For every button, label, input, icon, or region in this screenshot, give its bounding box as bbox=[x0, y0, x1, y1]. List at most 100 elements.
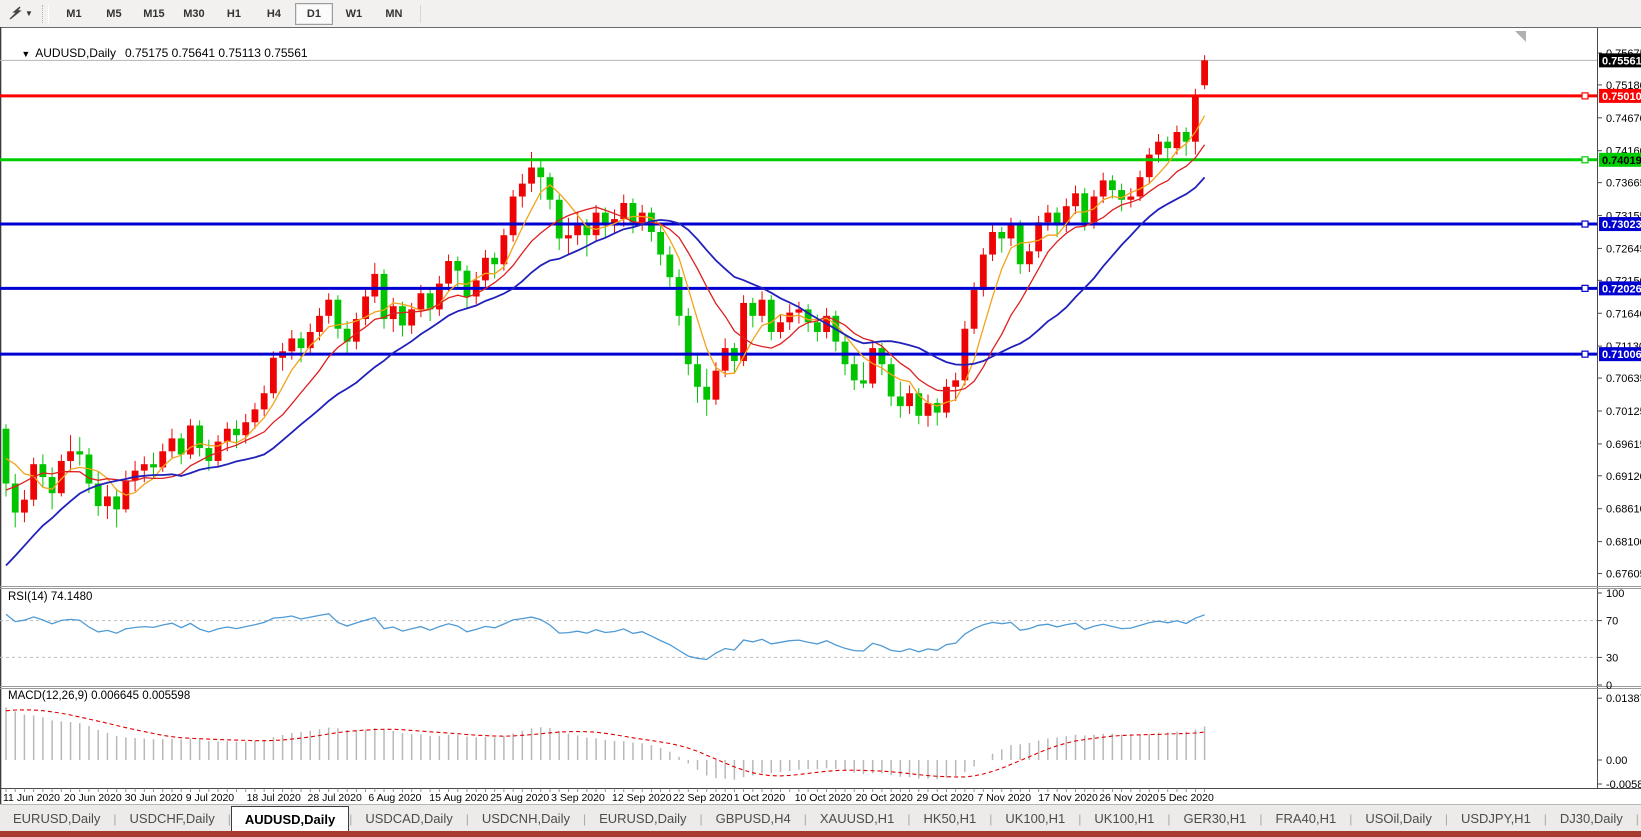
candle-body bbox=[786, 313, 793, 323]
chart-tab-usdcad-daily[interactable]: USDCAD,Daily bbox=[352, 806, 465, 831]
chart-tab-uk100-h1[interactable]: UK100,H1 bbox=[1081, 806, 1167, 831]
price-tick-label: 0.69615 bbox=[1606, 439, 1641, 451]
chart-ohlc-values: 0.75175 0.75641 0.75113 0.75561 bbox=[125, 46, 308, 60]
candle-body bbox=[722, 348, 729, 371]
candle-body bbox=[630, 203, 637, 222]
candle-body bbox=[39, 464, 46, 477]
candle-body bbox=[49, 477, 56, 493]
chart-canvas: 0.756750.751800.746700.741600.736650.731… bbox=[0, 0, 1641, 837]
candle-body bbox=[288, 338, 295, 351]
macd-tick-label: -0.005891 bbox=[1606, 779, 1641, 791]
chart-tab-bar: EURUSD,Daily|USDCHF,Daily|AUDUSD,Daily|U… bbox=[0, 804, 1641, 832]
chart-tab-gbpusd-h4[interactable]: GBPUSD,H4 bbox=[703, 806, 804, 831]
price-label-text: 0.75561 bbox=[1602, 55, 1641, 67]
rsi-tick-label: 0 bbox=[1606, 680, 1612, 692]
chart-tab-fra40-h1[interactable]: FRA40,H1 bbox=[1263, 806, 1350, 831]
date-label: 20 Oct 2020 bbox=[856, 792, 913, 804]
chart-tab-usdjpy-h1[interactable]: USDJPY,H1 bbox=[1448, 806, 1544, 831]
candle-body bbox=[67, 451, 74, 461]
hline-handle[interactable] bbox=[1582, 285, 1588, 291]
macd-tick-label: 0.00 bbox=[1606, 755, 1627, 767]
candle-body bbox=[454, 261, 461, 271]
price-tick-label: 0.68610 bbox=[1606, 504, 1641, 516]
candle-body bbox=[1164, 142, 1171, 148]
candle-body bbox=[132, 471, 139, 481]
rsi-indicator-label: RSI(14) 74.1480 bbox=[8, 591, 92, 603]
candle-body bbox=[1127, 197, 1134, 200]
candle-body bbox=[381, 274, 388, 319]
date-label: 1 Oct 2020 bbox=[734, 792, 786, 804]
candle-body bbox=[537, 167, 544, 177]
candle-body bbox=[491, 258, 498, 264]
chart-tab-xauusd-h1[interactable]: XAUUSD,H1 bbox=[807, 806, 907, 831]
candle-body bbox=[1109, 180, 1116, 190]
chart-tab-eurusd-daily[interactable]: EURUSD,Daily bbox=[0, 806, 113, 831]
chart-tab-ger30-h1[interactable]: GER30,H1 bbox=[1171, 806, 1260, 831]
candle-body bbox=[316, 316, 323, 332]
price-label-text: 0.74019 bbox=[1602, 155, 1641, 167]
candle-body bbox=[547, 177, 554, 200]
candle-body bbox=[574, 226, 581, 236]
chart-tab-uk100-h1[interactable]: UK100,H1 bbox=[992, 806, 1078, 831]
candle-body bbox=[1008, 226, 1015, 239]
candle-body bbox=[1155, 142, 1162, 155]
candle-body bbox=[445, 261, 452, 284]
candle-body bbox=[242, 422, 249, 435]
candle-body bbox=[666, 255, 673, 278]
date-axis: 11 Jun 202020 Jun 202030 Jun 20209 Jul 2… bbox=[3, 789, 1214, 805]
hline-handle[interactable] bbox=[1582, 157, 1588, 163]
price-tick-label: 0.73665 bbox=[1606, 178, 1641, 190]
candle-body bbox=[178, 438, 185, 454]
candle-body bbox=[879, 348, 886, 364]
chart-tab-audusd-daily[interactable]: AUDUSD,Daily bbox=[231, 806, 349, 833]
candle-body bbox=[713, 371, 720, 400]
date-label: 12 Sep 2020 bbox=[612, 792, 672, 804]
candle-body bbox=[1035, 222, 1042, 251]
rsi-tick-label: 70 bbox=[1606, 616, 1618, 628]
candle-body bbox=[233, 429, 240, 435]
chart-tab-dj30-daily[interactable]: DJ30,Daily bbox=[1547, 806, 1636, 831]
price-tick-label: 0.71640 bbox=[1606, 308, 1641, 320]
candle-body bbox=[113, 496, 120, 509]
candle-body bbox=[261, 393, 268, 409]
moving-averages-layer bbox=[6, 116, 1205, 566]
candle-body bbox=[141, 464, 148, 470]
candle-body bbox=[325, 300, 332, 316]
hline-handle[interactable] bbox=[1582, 93, 1588, 99]
date-label: 25 Aug 2020 bbox=[490, 792, 549, 804]
candle-body bbox=[1100, 180, 1107, 196]
hline-handle[interactable] bbox=[1582, 221, 1588, 227]
candle-body bbox=[482, 258, 489, 281]
hline-handle[interactable] bbox=[1582, 351, 1588, 357]
date-label: 15 Aug 2020 bbox=[429, 792, 488, 804]
candle-body bbox=[270, 358, 277, 393]
candle-body bbox=[510, 197, 517, 236]
chart-tab-eurusd-daily[interactable]: EURUSD,Daily bbox=[586, 806, 699, 831]
date-label: 26 Nov 2020 bbox=[1099, 792, 1159, 804]
date-label: 10 Oct 2020 bbox=[795, 792, 852, 804]
candle-body bbox=[998, 232, 1005, 238]
candle-body bbox=[925, 403, 932, 416]
date-label: 11 Jun 2020 bbox=[3, 792, 60, 804]
candle-body bbox=[3, 429, 10, 484]
candle-body bbox=[565, 235, 572, 238]
candle-body bbox=[685, 316, 692, 364]
candle-body bbox=[298, 338, 305, 348]
candle-body bbox=[768, 300, 775, 332]
candle-body bbox=[749, 303, 756, 316]
mt4-window: { "toolbar": { "timeframes": ["M1","M5",… bbox=[0, 0, 1641, 837]
chart-symbol-label: AUDUSD,Daily bbox=[35, 46, 116, 60]
candle-body bbox=[500, 235, 507, 264]
candle-body bbox=[777, 322, 784, 332]
chart-tab-hk50-h1[interactable]: HK50,H1 bbox=[910, 806, 989, 831]
candle-body bbox=[371, 274, 378, 297]
candle-body bbox=[1072, 193, 1079, 206]
date-label: 18 Jul 2020 bbox=[247, 792, 301, 804]
candle-body bbox=[989, 232, 996, 255]
chart-tab-usdcnh-daily[interactable]: USDCNH,Daily bbox=[469, 806, 583, 831]
chart-tab-usdchf-daily[interactable]: USDCHF,Daily bbox=[117, 806, 228, 831]
chart-tab-usoil-daily[interactable]: USOil,Daily bbox=[1352, 806, 1444, 831]
candle-body bbox=[104, 496, 111, 506]
price-label-text: 0.71006 bbox=[1602, 349, 1641, 361]
chart-dropdown-icon[interactable]: ▼ bbox=[21, 49, 30, 59]
